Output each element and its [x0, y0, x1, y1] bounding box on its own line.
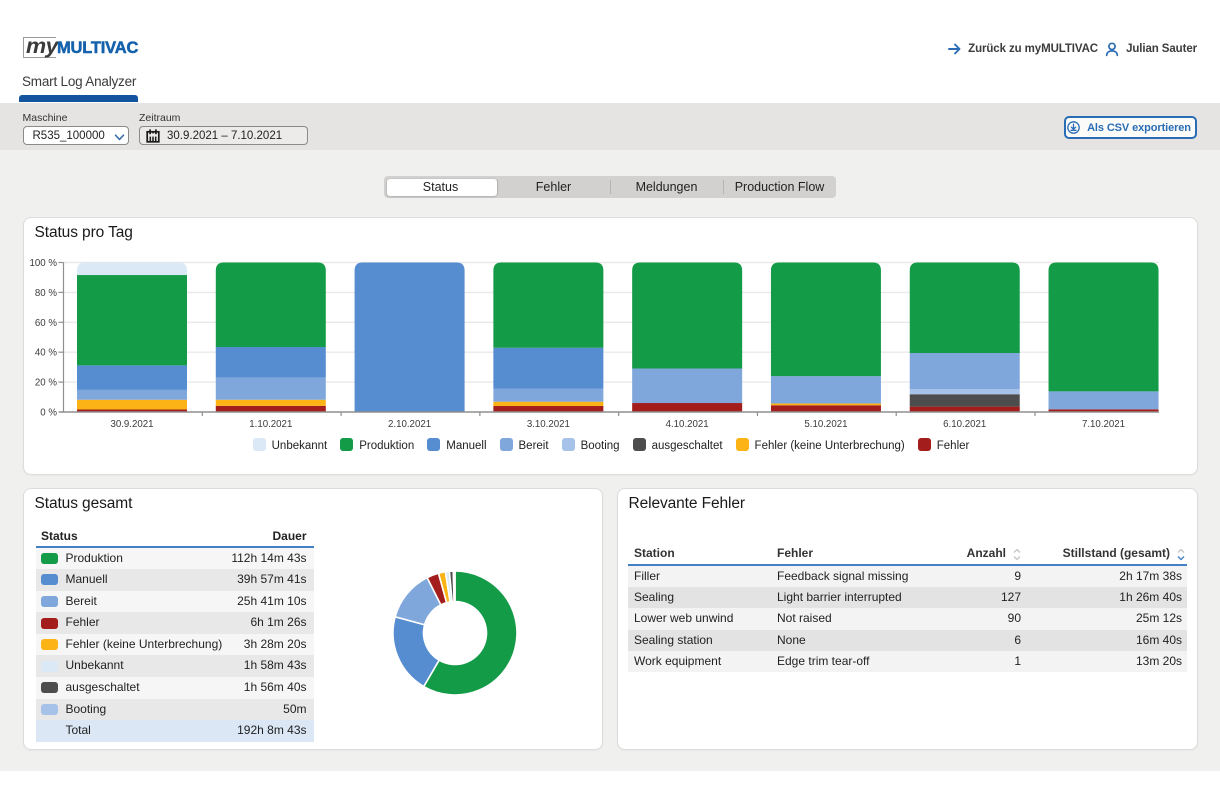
svg-text:0 %: 0 %	[40, 408, 57, 419]
svg-text:3.10.2021: 3.10.2021	[526, 419, 569, 430]
svg-text:30.9.2021: 30.9.2021	[110, 419, 153, 430]
svg-text:80 %: 80 %	[34, 288, 56, 299]
svg-text:60 %: 60 %	[34, 318, 56, 329]
svg-text:1.10.2021: 1.10.2021	[249, 419, 292, 430]
svg-text:40 %: 40 %	[34, 348, 56, 359]
svg-text:4.10.2021: 4.10.2021	[665, 419, 708, 430]
svg-text:5.10.2021: 5.10.2021	[804, 419, 847, 430]
svg-text:7.10.2021: 7.10.2021	[1081, 419, 1124, 430]
svg-text:6.10.2021: 6.10.2021	[943, 419, 986, 430]
svg-text:20 %: 20 %	[34, 378, 56, 389]
svg-text:100 %: 100 %	[29, 258, 57, 269]
svg-text:2.10.2021: 2.10.2021	[388, 419, 431, 430]
